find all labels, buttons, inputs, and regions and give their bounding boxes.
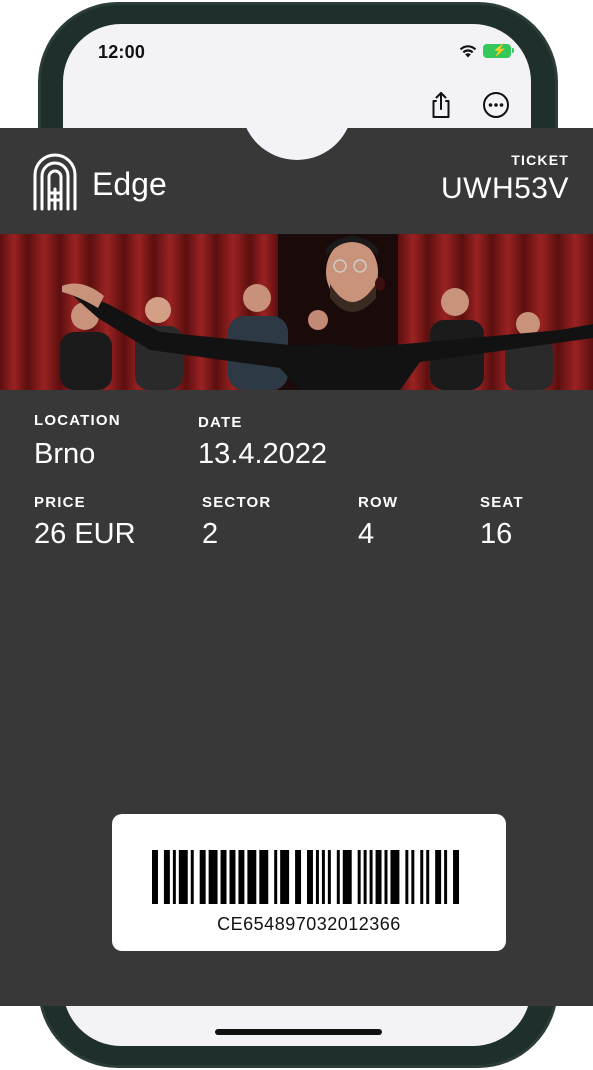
status-time: 12:00: [98, 42, 146, 62]
seat-label: SEAT: [480, 494, 524, 511]
share-icon: [432, 92, 450, 118]
price-label: PRICE: [34, 494, 86, 511]
battery-icon: ⚡: [483, 43, 514, 58]
home-indicator[interactable]: [215, 1029, 382, 1035]
brand-name: Edge: [92, 166, 167, 202]
row-value: 4: [358, 518, 375, 550]
location-label: LOCATION: [34, 412, 121, 429]
sector-value: 2: [202, 518, 219, 550]
row-label: ROW: [358, 494, 399, 511]
fingerprint-logo-icon: [33, 153, 77, 211]
price-value: 26 EUR: [34, 518, 136, 550]
charging-bolt-icon: ⚡: [492, 43, 507, 57]
ticket-label: TICKET: [511, 152, 569, 168]
date-value: 13.4.2022: [198, 438, 328, 470]
event-photo: [0, 234, 593, 390]
share-button[interactable]: [426, 90, 456, 120]
more-icon: [483, 92, 509, 118]
status-icons: ⚡: [458, 43, 514, 58]
sector-label: SECTOR: [202, 494, 272, 511]
barcode-card: CE654897032012366: [112, 814, 506, 951]
location-value: Brno: [34, 438, 96, 470]
barcode-number: CE654897032012366: [217, 914, 401, 934]
wifi-icon: [459, 45, 477, 58]
seat-value: 16: [480, 518, 513, 550]
barcode: [152, 850, 460, 904]
date-label: DATE: [198, 414, 243, 431]
ticket-code: UWH53V: [440, 172, 569, 205]
more-button[interactable]: [481, 90, 511, 120]
